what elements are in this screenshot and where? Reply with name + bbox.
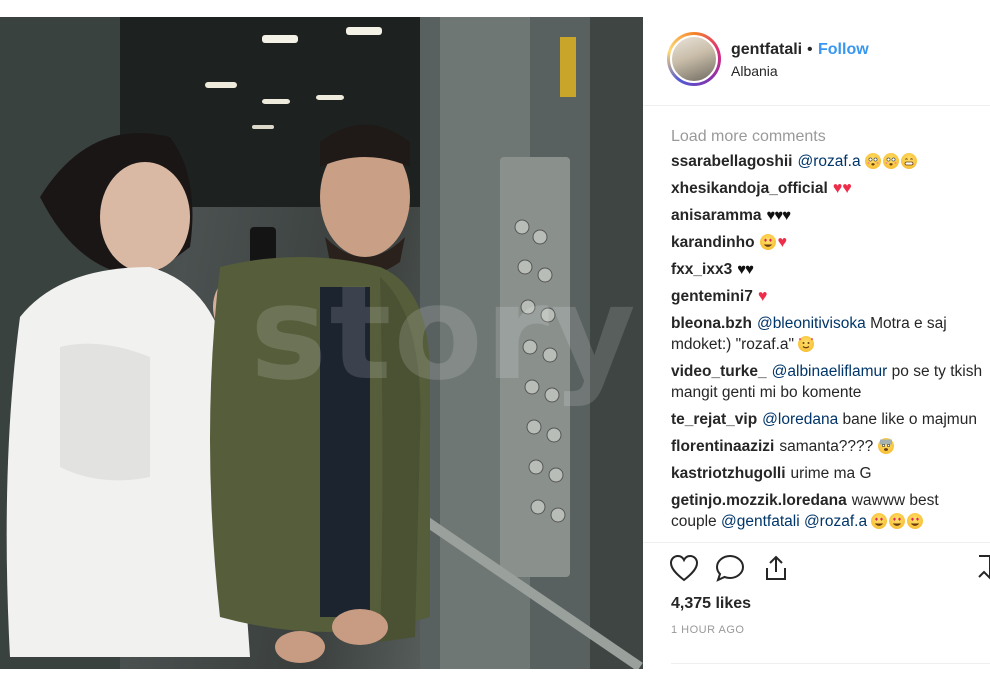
avatar[interactable]	[670, 35, 718, 83]
heart-eyes-icon	[889, 513, 906, 529]
comment-text: samanta????	[779, 438, 874, 455]
comment-item: gentemini7 ♥	[671, 286, 986, 307]
divider	[671, 663, 990, 664]
load-more-comments-button[interactable]: Load more comments	[671, 123, 986, 151]
follow-button[interactable]: Follow	[818, 41, 869, 59]
comment-mention-link[interactable]: @loredana	[762, 411, 838, 428]
heart-eyes-icon	[871, 513, 888, 529]
red-heart-icon: ♥	[757, 288, 768, 305]
comment-item: bleona.bzh @bleonitivisoka Motra e saj md…	[671, 313, 986, 355]
black-heart-icon: ♥	[745, 261, 754, 278]
comment-mention-link[interactable]: @albinaeliflamur	[772, 363, 888, 380]
comment-username-link[interactable]: kastriotzhugolli	[671, 465, 786, 482]
comment-item: anisaramma ♥♥♥	[671, 205, 986, 226]
comment-username-link[interactable]: florentinaazizi	[671, 438, 774, 455]
black-heart-icon: ♥	[782, 207, 791, 224]
post-header: gentfatali • Follow Albania	[643, 17, 990, 106]
story-ring[interactable]	[667, 32, 721, 86]
smiling-hearts-icon	[798, 336, 815, 352]
share-upload-icon[interactable]	[761, 554, 791, 587]
username-link[interactable]: gentfatali	[731, 41, 802, 59]
comment-text: bane like o majmun	[842, 411, 977, 428]
red-heart-icon: ♥	[832, 180, 843, 197]
black-heart-icon: ♥	[737, 261, 746, 278]
comment-username-link[interactable]: karandinho	[671, 234, 755, 251]
comment-username-link[interactable]: xhesikandoja_official	[671, 180, 828, 197]
bookmark-icon[interactable]	[977, 554, 990, 587]
comment-item: florentinaazizi samanta????	[671, 436, 986, 457]
comment-username-link[interactable]: fxx_ixx3	[671, 261, 732, 278]
separator-dot: •	[807, 41, 813, 58]
heart-eyes-icon	[907, 513, 924, 529]
comment-mention-link[interactable]: @rozaf.a	[797, 153, 860, 170]
comment-text: urime ma G	[790, 465, 872, 482]
likes-count[interactable]: 4,375 likes	[671, 595, 751, 613]
comment-item: ssarabellagoshii @rozaf.a	[671, 151, 986, 172]
fearful-face-icon	[877, 438, 894, 454]
comments-list: Load more comments ssarabellagoshii @roza…	[671, 123, 986, 538]
post-photo[interactable]: story	[0, 17, 643, 669]
emoji-flushed-icon	[882, 153, 899, 169]
comment-username-link[interactable]: gentemini7	[671, 288, 753, 305]
comment-username-link[interactable]: bleona.bzh	[671, 315, 752, 332]
comment-username-link[interactable]: getinjo.mozzik.loredana	[671, 492, 847, 509]
comment-item: te_rejat_vip @loredana bane like o majmun	[671, 409, 986, 430]
emoji-grin-icon	[900, 153, 917, 169]
heart-outline-icon[interactable]	[669, 554, 699, 587]
comment-item: kastriotzhugolli urime ma G	[671, 463, 986, 484]
actions-section: 4,375 likes 1 HOUR AGO	[643, 542, 990, 683]
comment-item: karandinho ♥	[671, 232, 986, 253]
comment-mention-link[interactable]: @gentfatali @rozaf.a	[721, 513, 867, 530]
red-heart-icon: ♥	[777, 234, 788, 251]
red-heart-icon: ♥	[842, 180, 852, 197]
comment-mention-link[interactable]: @bleonitivisoka	[757, 315, 866, 332]
comment-username-link[interactable]: ssarabellagoshii	[671, 153, 792, 170]
post-side-panel: gentfatali • Follow Albania Load more co…	[643, 17, 990, 686]
comment-username-link[interactable]: video_turke_	[671, 363, 767, 380]
comment-bubble-icon[interactable]	[715, 554, 745, 587]
comment-item: video_turke_ @albinaeliflamur po se ty tk…	[671, 361, 986, 403]
comment-item: xhesikandoja_official ♥♥	[671, 178, 986, 199]
location-link[interactable]: Albania	[731, 63, 778, 79]
comment-username-link[interactable]: anisaramma	[671, 207, 761, 224]
comment-item: getinjo.mozzik.loredana wawww best couple…	[671, 490, 986, 532]
heart-eyes-icon	[759, 234, 776, 250]
comment-username-link[interactable]: te_rejat_vip	[671, 411, 757, 428]
emoji-flushed-icon	[864, 153, 881, 169]
comment-item: fxx_ixx3 ♥♥	[671, 259, 986, 280]
watermark-text: story	[250, 257, 638, 409]
timestamp[interactable]: 1 HOUR AGO	[671, 624, 744, 636]
